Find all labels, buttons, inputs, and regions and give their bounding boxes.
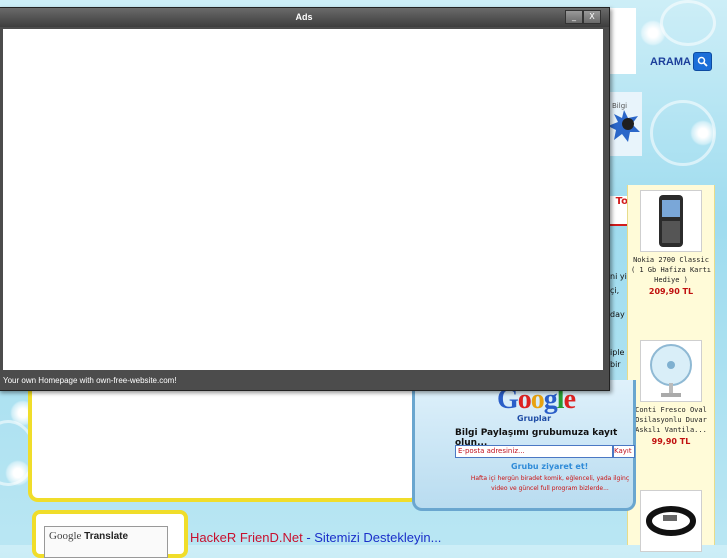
- product-list: Nokia 2700 Classic ( 1 Gb Hafiza Kartı H…: [627, 185, 715, 552]
- product-card[interactable]: [628, 490, 714, 552]
- header-fragment: [606, 8, 636, 74]
- popup-title: Ads: [295, 12, 313, 22]
- behind-text-line: çi,: [610, 286, 620, 295]
- product-card[interactable]: Conti Fresco Oval Osilasyonlu Duvar Askı…: [628, 340, 714, 446]
- search-box[interactable]: ARAMA: [650, 52, 712, 71]
- support-line[interactable]: HackeR FrienD.Net - Sitemizi Destekleyin…: [190, 530, 441, 545]
- bracelet-icon[interactable]: [640, 490, 702, 552]
- phone-icon[interactable]: [640, 190, 702, 252]
- google-translate-widget: Google Translate: [32, 510, 188, 558]
- minimize-button[interactable]: _: [565, 10, 583, 24]
- behind-text-line: iple: [610, 348, 625, 357]
- groups-description: Hafta içi hergün biradet komik, eğlencel…: [470, 475, 630, 492]
- popup-footer-link[interactable]: Your own Homepage with own-free-website.…: [3, 376, 177, 385]
- google-groups-widget: Google Gruplar Bilgi Paylaşımı grubumuza…: [412, 380, 636, 511]
- product-price: 99,90 TL: [651, 437, 691, 446]
- minimize-icon: _: [572, 12, 576, 21]
- product-price: 209,90 TL: [648, 287, 694, 296]
- behind-text-line: ni yi: [610, 272, 627, 281]
- bg-flower: [690, 120, 716, 146]
- product-name[interactable]: Conti Fresco Oval Osilasyonlu Duvar Askı…: [628, 405, 714, 435]
- email-field[interactable]: E-posta adresiniz...: [455, 445, 613, 458]
- subscribe-button[interactable]: Kayıt: [613, 445, 635, 458]
- support-text[interactable]: Sitemizi Destekleyin...: [314, 530, 441, 545]
- bilgi-badge[interactable]: Bilgi: [606, 92, 642, 156]
- content-frame: [28, 380, 420, 502]
- ads-content[interactable]: [3, 29, 603, 370]
- groups-label: Gruplar: [517, 414, 552, 423]
- fan-icon[interactable]: [640, 340, 702, 402]
- search-icon[interactable]: [692, 52, 712, 71]
- behind-text-line: day: [610, 310, 625, 319]
- visit-group-link[interactable]: Grubu ziyaret et!: [511, 462, 588, 471]
- popup-titlebar[interactable]: Ads _ X: [0, 8, 609, 27]
- product-card[interactable]: Nokia 2700 Classic ( 1 Gb Hafiza Kartı H…: [628, 190, 714, 296]
- translate-label: Google Translate: [49, 530, 128, 542]
- search-label: ARAMA: [650, 55, 691, 68]
- translate-text: Translate: [84, 531, 129, 542]
- translate-selector[interactable]: Google Translate: [44, 526, 168, 558]
- site-name[interactable]: HackeR FrienD.Net: [190, 530, 303, 545]
- separator: -: [302, 530, 315, 545]
- behind-text-line: bir: [610, 360, 621, 369]
- ads-popup: Ads _ X Your own Homepage with own-free-…: [0, 7, 610, 391]
- bg-swirl: [660, 0, 716, 46]
- product-name[interactable]: Nokia 2700 Classic ( 1 Gb Hafiza Kartı H…: [628, 255, 714, 285]
- close-button[interactable]: X: [583, 10, 601, 24]
- close-icon: X: [589, 12, 595, 21]
- google-text: Google: [49, 530, 82, 542]
- bg-flower: [640, 20, 666, 46]
- badge-text: Bilgi: [612, 102, 628, 110]
